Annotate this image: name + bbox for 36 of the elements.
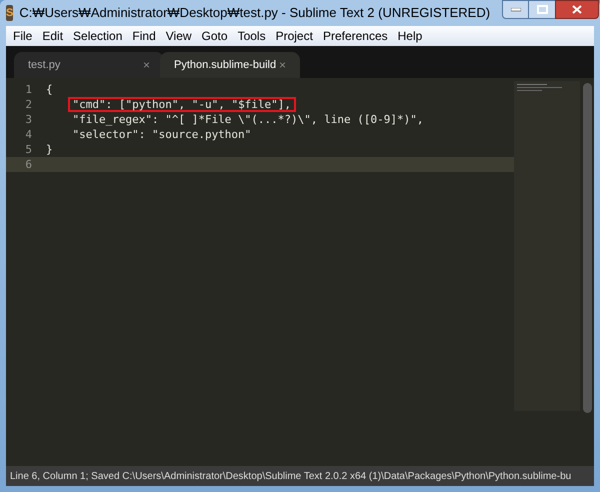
scrollbar-thumb[interactable] <box>582 83 592 413</box>
close-icon <box>572 5 582 14</box>
close-icon[interactable]: × <box>278 56 286 74</box>
line-number: 1 <box>24 82 32 97</box>
code-line: } <box>46 142 53 157</box>
menu-item[interactable]: Preferences <box>318 30 393 42</box>
menu-item[interactable]: Project <box>270 30 318 42</box>
code-line: "selector": "source.python" <box>71 127 252 142</box>
menu-item[interactable]: Tools <box>232 30 271 42</box>
menu-item[interactable]: Find <box>127 30 161 42</box>
app-icon: S <box>6 5 14 21</box>
close-button[interactable] <box>555 0 600 19</box>
tab[interactable]: test.py × <box>14 52 164 78</box>
code-line: "file_regex": "^[ ]*File \"(...*?)\", line ([0-9]*)", <box>71 112 424 127</box>
minimize-icon <box>510 8 521 12</box>
line-number: 6 <box>24 157 32 172</box>
tab[interactable]: Python.sublime-build × <box>160 52 300 78</box>
menu-item[interactable]: Help <box>392 30 428 42</box>
menu-item[interactable]: View <box>160 30 197 42</box>
minimize-button[interactable] <box>502 0 530 19</box>
maximize-button[interactable] <box>529 0 556 19</box>
tab-label: Python.sublime-build <box>174 58 276 73</box>
code-line: { <box>46 82 53 97</box>
menu-item[interactable]: Goto <box>196 30 233 42</box>
menu-item[interactable]: Selection <box>68 30 128 42</box>
menu-item[interactable]: Edit <box>37 30 68 42</box>
menu-item[interactable]: File <box>8 30 38 42</box>
window-title: C:₩Users₩Administrator₩Desktop₩test.py - Sublime Text 2 (UNREGISTERED) <box>19 4 490 22</box>
close-icon[interactable]: × <box>142 56 150 74</box>
tab-label: test.py <box>28 58 60 73</box>
line-number: 3 <box>24 112 32 127</box>
maximize-icon <box>536 5 548 14</box>
line-number: 2 <box>24 97 32 112</box>
status-bar: Line 6, Column 1; Saved C:\Users\Administrator\Desktop\Sublime Text 2.0.2 x64 (1)\Data\Packages\Python\Python.sublime-bu <box>6 466 594 486</box>
line-number: 5 <box>24 142 32 157</box>
line-number: 4 <box>24 127 32 142</box>
